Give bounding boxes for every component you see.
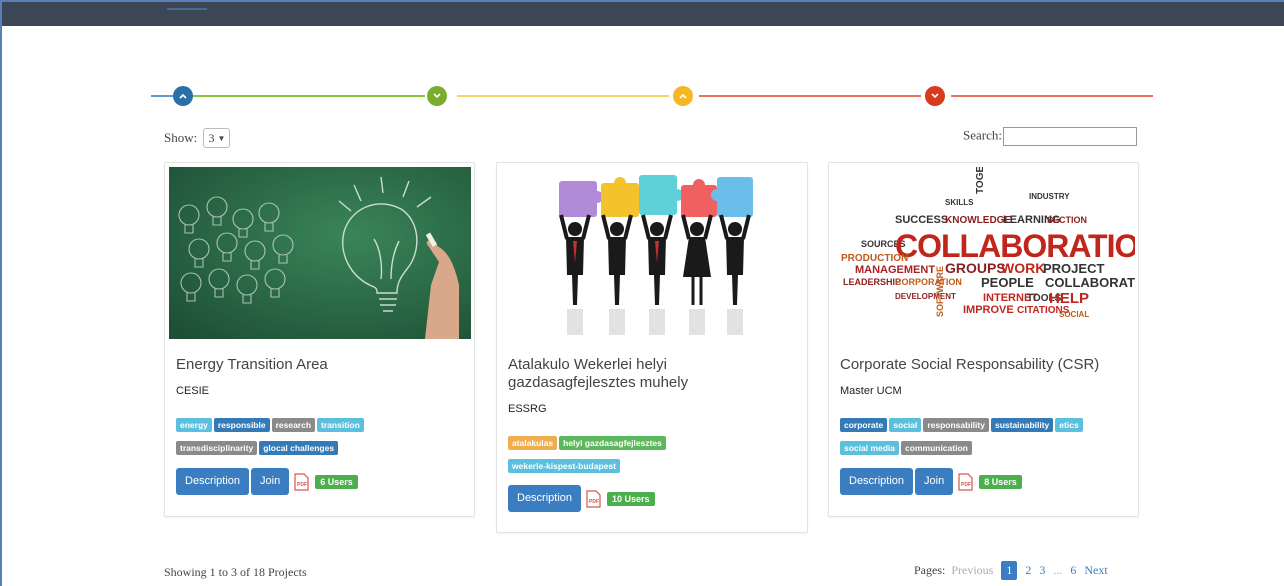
project-card-2: Atalakulo Wekerlei helyi gazdasagfejlesz…: [496, 162, 808, 533]
wordcloud-word: PROJECT: [1043, 261, 1104, 276]
wordcloud-word: PRODUCTION: [841, 253, 908, 264]
tag[interactable]: energy: [176, 418, 212, 432]
project-title[interactable]: Energy Transition Area: [176, 356, 466, 374]
project-tags: energy responsible research transition trans…: [176, 415, 468, 461]
step-progress: [151, 84, 1153, 108]
description-button[interactable]: Description: [840, 468, 914, 495]
wordcloud-word: WORK: [1001, 260, 1045, 276]
wordcloud-word: PEOPLE: [981, 275, 1034, 290]
users-badge: 10 Users: [607, 491, 655, 506]
svg-text:PDF: PDF: [961, 482, 971, 488]
tag[interactable]: responsability: [923, 418, 989, 432]
step-line-5: [951, 95, 1153, 97]
tag[interactable]: wekerle-kispest-budapest: [508, 459, 620, 473]
search-control: Search:: [963, 127, 1137, 146]
pdf-icon[interactable]: PDF: [958, 472, 973, 491]
wordcloud-word: IMPROVE: [963, 304, 1014, 316]
project-image-lightbulb: [169, 167, 471, 339]
step-line-1: [151, 95, 173, 97]
users-badge: 6 Users: [315, 474, 358, 489]
pagination: Pages: Previous 1 2 3 ... 6 Next: [914, 561, 1113, 580]
pages-label: Pages:: [914, 563, 946, 577]
project-image-puzzle-team: [501, 167, 803, 339]
tag[interactable]: corporate: [840, 418, 888, 432]
tag[interactable]: social media: [840, 441, 900, 455]
pdf-icon[interactable]: PDF: [294, 472, 309, 491]
page-1-link[interactable]: 1: [1001, 561, 1018, 580]
project-tags: corporate social responsability sustainabil…: [840, 415, 1132, 461]
page-3-link[interactable]: 3: [1039, 563, 1045, 578]
wordcloud-word: SOFTWARE: [935, 266, 945, 317]
project-actions: Description Join PDF 6 Users: [176, 468, 358, 496]
project-actions: Description Join PDF 8 Users: [840, 468, 1022, 496]
search-label: Search:: [963, 127, 1002, 143]
step-3-chevron-up-icon[interactable]: [673, 86, 693, 106]
wordcloud-word: LEADERSHIP: [843, 277, 901, 287]
step-4-chevron-down-icon[interactable]: [925, 86, 945, 106]
tag[interactable]: atalakulas: [508, 436, 558, 450]
project-title[interactable]: Corporate Social Responsability (CSR): [840, 356, 1130, 374]
project-organization: Master UCM: [840, 385, 902, 397]
wordcloud-word: TOGETHER: [975, 167, 986, 194]
tag[interactable]: sustainability: [990, 418, 1054, 432]
top-navbar: [2, 2, 1284, 26]
project-title[interactable]: Atalakulo Wekerlei helyi gazdasagfejlesz…: [508, 356, 798, 392]
tag[interactable]: etics: [1055, 418, 1083, 432]
next-page-link[interactable]: Next: [1084, 563, 1107, 578]
tag[interactable]: responsible: [213, 418, 270, 432]
wordcloud-word: DEVELOPMENT: [895, 292, 956, 301]
previous-page-link[interactable]: Previous: [951, 563, 993, 578]
navbar-accent: [167, 8, 207, 10]
join-button[interactable]: Join: [251, 468, 290, 495]
wordcloud-word: MANAGEMENT: [855, 264, 935, 276]
wordcloud-word: GROUPS: [945, 260, 1006, 276]
step-2-chevron-down-icon[interactable]: [427, 86, 447, 106]
wordcloud-word: SKILLS: [945, 198, 974, 207]
users-badge: 8 Users: [979, 474, 1022, 489]
tag[interactable]: transdisciplinarity: [176, 441, 258, 455]
project-card-1: Energy Transition Area CESIE energy respo…: [164, 162, 475, 517]
step-1-chevron-up-icon[interactable]: [173, 86, 193, 106]
step-line-4: [699, 95, 921, 97]
tag[interactable]: research: [271, 418, 316, 432]
page-6-link[interactable]: 6: [1070, 563, 1076, 578]
description-button[interactable]: Description: [176, 468, 250, 495]
wordcloud-word: SOCIAL: [1059, 310, 1089, 319]
project-actions: Description PDF 10 Users: [508, 485, 655, 513]
show-count-value: 3: [208, 131, 215, 145]
project-card-3: TOGETHER SUCCESS KNOWLEDGE LEARNING SECT…: [828, 162, 1139, 517]
results-summary: Showing 1 to 3 of 18 Projects: [164, 565, 307, 579]
show-label: Show:: [164, 130, 198, 145]
dropdown-caret-icon: ▼: [217, 134, 226, 143]
tag[interactable]: glocal challenges: [259, 441, 339, 455]
tag[interactable]: communication: [901, 441, 972, 455]
svg-text:PDF: PDF: [297, 482, 307, 488]
wordcloud-main-word: COLLABORATION: [895, 228, 1135, 264]
project-organization: ESSRG: [508, 403, 547, 415]
join-button[interactable]: Join: [915, 468, 954, 495]
project-tags: atalakulas helyi gazdasagfejlesztes wekerl…: [508, 433, 800, 479]
show-control: Show: 3 ▼: [164, 128, 231, 148]
wordcloud-word: SUCCESS: [895, 214, 948, 226]
step-line-2: [193, 95, 425, 97]
pagination-ellipsis: ...: [1053, 563, 1063, 577]
tag[interactable]: transition: [317, 418, 364, 432]
svg-text:PDF: PDF: [589, 499, 599, 505]
project-image-collaboration-wordcloud: TOGETHER SUCCESS KNOWLEDGE LEARNING SECT…: [833, 167, 1135, 339]
wordcloud-word: SECTION: [1047, 215, 1087, 225]
project-organization: CESIE: [176, 385, 210, 397]
wordcloud-word: INDUSTRY: [1029, 192, 1070, 201]
step-line-3: [457, 95, 669, 97]
wordcloud-word: CORPORATION: [895, 277, 962, 287]
description-button[interactable]: Description: [508, 485, 582, 512]
show-count-select[interactable]: 3 ▼: [203, 128, 231, 148]
page-2-link[interactable]: 2: [1025, 563, 1031, 578]
wordcloud-word: KNOWLEDGE: [945, 215, 1011, 226]
tag[interactable]: social: [889, 418, 922, 432]
wordcloud-word: COLLABORATIVE: [1045, 275, 1135, 290]
tag[interactable]: helyi gazdasagfejlesztes: [559, 436, 666, 450]
search-input[interactable]: [1002, 127, 1137, 146]
pdf-icon[interactable]: PDF: [586, 489, 601, 508]
